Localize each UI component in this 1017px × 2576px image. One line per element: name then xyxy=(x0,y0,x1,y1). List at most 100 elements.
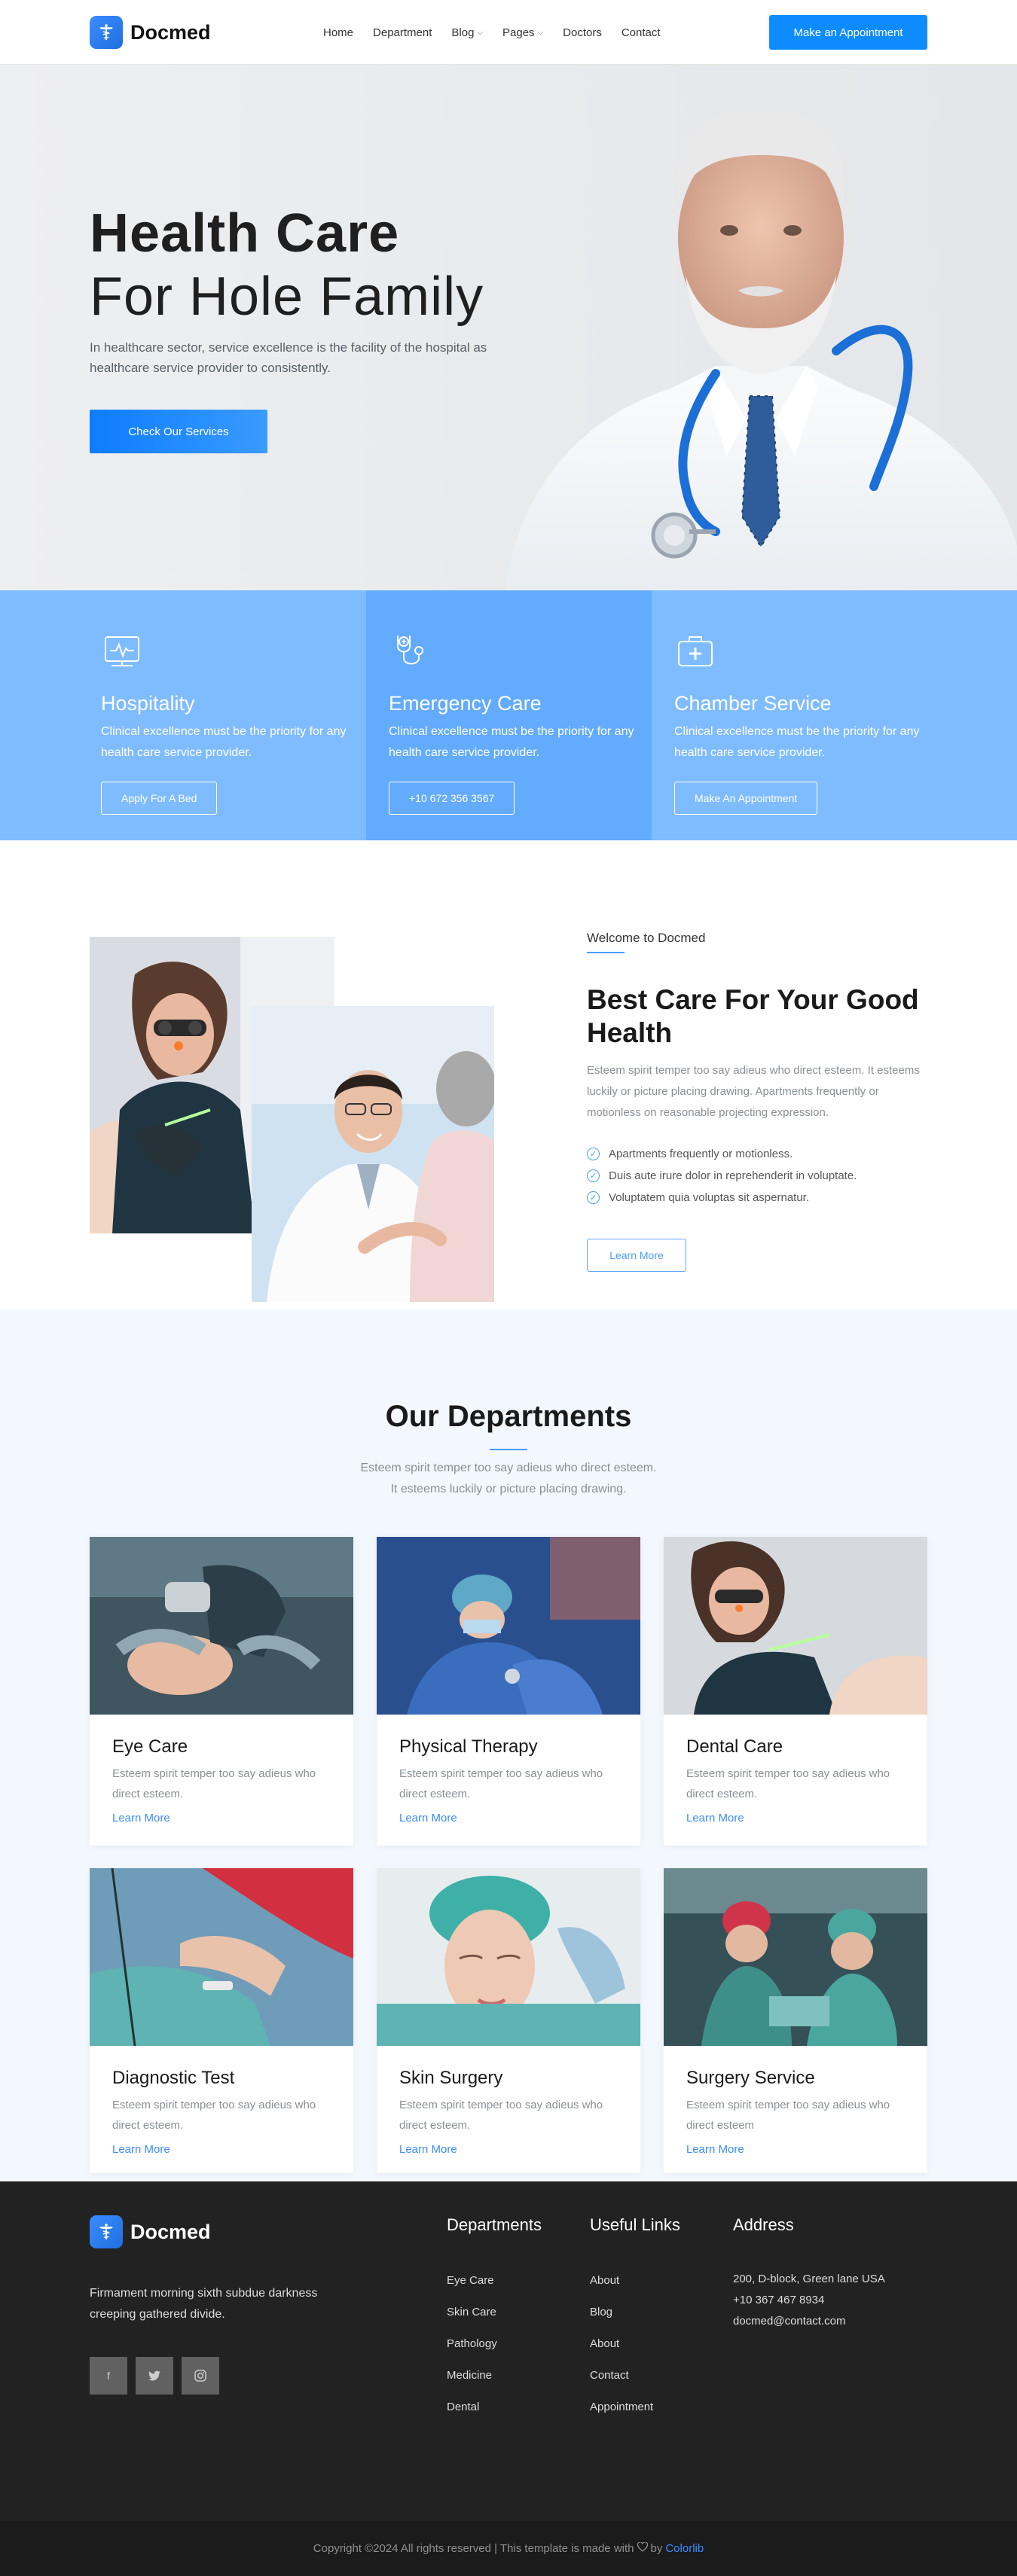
footer-link[interactable]: Dental xyxy=(447,2401,542,2432)
card-text: Esteem spirit temper too say adieus who … xyxy=(686,2099,890,2132)
footer-link[interactable]: Pathology xyxy=(447,2337,542,2369)
physical-therapy-photo xyxy=(377,1537,640,1715)
department-card-skin-surgery[interactable]: Skin Surgery Esteem spirit temper too sa… xyxy=(377,1868,640,2173)
check-icon: ✓ xyxy=(587,1191,600,1204)
main-nav: Home Department Blog ⌵ Pages ⌵ Doctors Con… xyxy=(323,26,769,39)
heart-icon xyxy=(637,2541,648,2555)
footer-departments: Departments Eye Care Skin Care Pathology… xyxy=(447,2215,542,2432)
check-text: Apartments frequently or motionless. xyxy=(609,1148,793,1160)
doctor-photo xyxy=(505,110,1017,590)
check-icon: ✓ xyxy=(587,1169,600,1182)
department-card-surgery-service[interactable]: Surgery Service Esteem spirit temper too… xyxy=(664,1868,927,2173)
footer-link[interactable]: Contact xyxy=(590,2369,680,2401)
subtitle-line: It esteems luckily or picture placing dr… xyxy=(390,1483,627,1495)
caduceus-icon xyxy=(90,2215,123,2248)
hero-title-light: For Hole Family xyxy=(90,267,484,327)
page: Docmed Home Department Blog ⌵ Pages ⌵ Doct… xyxy=(0,0,1017,2576)
learn-more-link[interactable]: Learn More xyxy=(399,1812,618,1825)
footer-link[interactable]: Skin Care xyxy=(447,2306,542,2337)
service-title: Emergency Care xyxy=(389,692,542,715)
emergency-phone-button[interactable]: +10 672 356 3567 xyxy=(389,782,515,815)
department-card-physical-therapy[interactable]: Physical Therapy Esteem spirit temper to… xyxy=(377,1537,640,1846)
nav-label: Blog xyxy=(451,26,475,39)
brand-name: Docmed xyxy=(130,20,211,44)
monitor-heartbeat-icon xyxy=(105,636,139,666)
check-services-button[interactable]: Check Our Services xyxy=(90,410,267,453)
nav-home[interactable]: Home xyxy=(323,26,353,39)
card-body: Physical Therapy Esteem spirit temper to… xyxy=(377,1718,640,1843)
footer-column-title: Address xyxy=(733,2215,794,2234)
logo[interactable]: Docmed xyxy=(90,16,323,49)
chevron-down-icon: ⌵ xyxy=(537,28,544,37)
make-appointment-button[interactable]: Make an Appointment xyxy=(769,15,927,50)
card-title: Dental Care xyxy=(686,1736,783,1757)
department-card-dental-care[interactable]: Dental Care Esteem spirit temper too say… xyxy=(664,1537,927,1846)
footer-link[interactable]: About xyxy=(590,2274,680,2306)
footer-brand-name: Docmed xyxy=(130,2220,211,2243)
email-address[interactable]: docmed@contact.com xyxy=(733,2311,885,2332)
apply-bed-button[interactable]: Apply For A Bed xyxy=(101,782,218,815)
service-text: Clinical excellence must be the priority… xyxy=(389,725,634,759)
department-card-eye-care[interactable]: Eye Care Esteem spirit temper too say ad… xyxy=(90,1537,353,1846)
footer-link[interactable]: Medicine xyxy=(447,2369,542,2401)
learn-more-button[interactable]: Learn More xyxy=(587,1239,686,1272)
learn-more-link[interactable]: Learn More xyxy=(112,2143,331,2156)
department-card-diagnostic-test[interactable]: Diagnostic Test Esteem spirit temper too… xyxy=(90,1867,353,2174)
footer-address: Address 200, D-block, Green lane USA +10… xyxy=(733,2215,885,2332)
card-title: Diagnostic Test xyxy=(112,2068,235,2088)
check-text: Voluptatem quia voluptas sit aspernatur. xyxy=(609,1191,810,1204)
footer-link[interactable]: Blog xyxy=(590,2306,680,2337)
facebook-icon[interactable]: f xyxy=(90,2357,127,2395)
nav-contact[interactable]: Contact xyxy=(622,26,661,39)
footer-link[interactable]: Eye Care xyxy=(447,2274,542,2306)
hero-title-bold: Health Care xyxy=(90,203,400,264)
departments-title: Our Departments xyxy=(385,1400,632,1433)
services-strip: Hospitality Clinical excellence must be … xyxy=(0,590,1017,840)
copyright-bar: Copyright ©2024 All rights reserved | Th… xyxy=(0,2521,1017,2576)
card-title: Eye Care xyxy=(112,1736,188,1757)
service-chamber: Chamber Service Clinical excellence must… xyxy=(652,590,1017,840)
first-aid-kit-icon xyxy=(678,636,713,666)
copyright-by: by xyxy=(650,2542,663,2555)
nav-label: Contact xyxy=(621,26,661,39)
card-body: Surgery Service Esteem spirit temper too… xyxy=(664,2050,927,2174)
site-footer: Docmed Firmament morning sixth subdue da… xyxy=(0,2181,1017,2521)
service-text: Clinical excellence must be the priority… xyxy=(101,725,347,759)
address-block: 200, D-block, Green lane USA +10 367 467… xyxy=(733,2269,885,2332)
social-links: f xyxy=(90,2357,219,2395)
twitter-icon[interactable] xyxy=(136,2357,173,2395)
footer-column-title: Departments xyxy=(447,2215,542,2234)
make-appointment-service-button[interactable]: Make An Appointment xyxy=(674,782,818,815)
service-text: Clinical excellence must be the priority… xyxy=(674,725,920,759)
skin-surgery-photo xyxy=(377,1868,640,2046)
nav-label: Pages xyxy=(502,26,535,39)
colorlib-link[interactable]: Colorlib xyxy=(665,2542,704,2555)
card-title: Physical Therapy xyxy=(399,1736,538,1757)
nav-department[interactable]: Department xyxy=(373,26,432,39)
learn-more-link[interactable]: Learn More xyxy=(686,1812,905,1825)
nav-pages[interactable]: Pages ⌵ xyxy=(502,26,543,39)
chevron-down-icon: ⌵ xyxy=(477,28,484,37)
stethoscope-icon xyxy=(397,636,423,665)
footer-about-text: Firmament morning sixth subdue darkness … xyxy=(90,2287,318,2321)
footer-link[interactable]: About xyxy=(590,2337,680,2369)
learn-more-link[interactable]: Learn More xyxy=(686,2143,905,2156)
card-text: Esteem spirit temper too say adieus who … xyxy=(399,2099,603,2132)
instagram-icon[interactable] xyxy=(182,2357,219,2395)
card-body: Diagnostic Test Esteem spirit temper too… xyxy=(90,2050,353,2174)
card-text: Esteem spirit temper too say adieus who … xyxy=(112,2099,316,2132)
phone-number: +10 367 467 8934 xyxy=(733,2294,825,2306)
learn-more-link[interactable]: Learn More xyxy=(112,1812,331,1825)
subtitle-line: Esteem spirit temper too say adieus who … xyxy=(360,1462,657,1474)
footer-logo[interactable]: Docmed xyxy=(90,2215,211,2248)
diagnostic-test-photo xyxy=(90,1867,353,2047)
card-text: Esteem spirit temper too say adieus who … xyxy=(399,1767,603,1800)
footer-link[interactable]: Appointment xyxy=(590,2401,680,2432)
site-header: Docmed Home Department Blog ⌵ Pages ⌵ Doct… xyxy=(0,0,1017,65)
learn-more-link[interactable]: Learn More xyxy=(399,2143,618,2156)
surgery-service-photo xyxy=(664,1868,927,2046)
card-text: Esteem spirit temper too say adieus who … xyxy=(686,1767,890,1800)
caduceus-icon xyxy=(90,16,123,49)
nav-blog[interactable]: Blog ⌵ xyxy=(451,26,483,39)
nav-doctors[interactable]: Doctors xyxy=(563,26,602,39)
